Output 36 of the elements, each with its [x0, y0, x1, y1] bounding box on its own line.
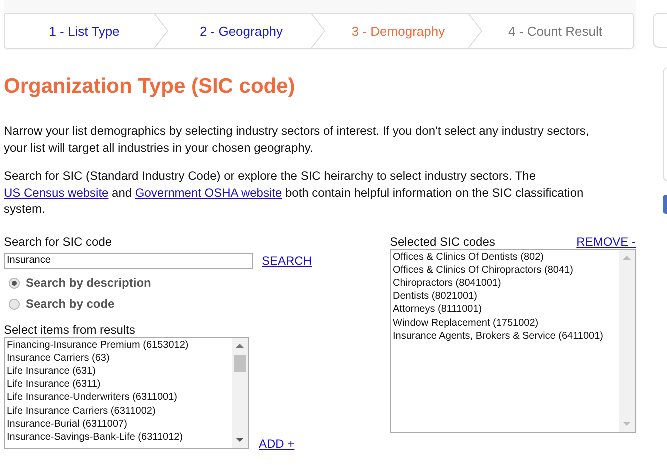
search-link[interactable]: SEARCH: [262, 254, 312, 268]
field-label: Select items from results: [4, 322, 136, 336]
list-option[interactable]: Insurance Agents, Brokers & Service (6411001): [393, 330, 617, 343]
list-option[interactable]: Insurance Carriers (63): [7, 352, 230, 365]
list-option[interactable]: Chiropractors (8041001): [393, 276, 617, 290]
search-field[interactable]: Insurance: [4, 252, 253, 268]
list-option[interactable]: Financing-Insurance Premium (6153012): [7, 338, 230, 352]
field-label: Selected SIC codes: [390, 234, 496, 248]
list-option[interactable]: Life Insurance (631): [7, 364, 230, 378]
remove-link[interactable]: REMOVE -: [576, 234, 636, 248]
add-link[interactable]: ADD +: [259, 436, 295, 450]
scrollbar[interactable]: [232, 338, 248, 448]
link[interactable]: Government OSHA website: [135, 186, 282, 200]
list-option[interactable]: Offices & Clinics Of Chiropractors (8041): [393, 264, 617, 277]
list-option[interactable]: Window Replacement (1751002): [393, 316, 617, 330]
radio-label[interactable]: Search by code: [26, 297, 115, 311]
list-option[interactable]: Insurance-Savings-Bank-Life (6311012): [7, 430, 230, 444]
step-tab[interactable]: 2 - Geography: [200, 24, 284, 38]
scroll-thumb[interactable]: [234, 354, 246, 372]
paragraph: Narrow your list demographics by selecting industry sectors of interest. If you don't select any industry sectors, your list will target all industries in your chosen geography.: [4, 123, 590, 156]
radio-button[interactable]: [9, 298, 20, 310]
scrollbar[interactable]: [619, 250, 635, 432]
list-option[interactable]: Insurance-Burial (6311007): [7, 418, 230, 431]
radio-button[interactable]: [9, 278, 20, 288]
list-option[interactable]: Life Insurance (6311): [7, 378, 230, 392]
step-tab[interactable]: 1 - List Type: [49, 24, 120, 38]
list-option[interactable]: Life Insurance Carriers (6311002): [7, 404, 230, 418]
radio-label[interactable]: Search by description: [26, 276, 152, 290]
link[interactable]: US Census website: [4, 186, 109, 200]
list-option[interactable]: Offices & Clinics Of Dentists (802): [393, 250, 617, 264]
list-option[interactable]: Dentists (8021001): [393, 290, 617, 304]
page-heading: Organization Type (SIC code): [4, 75, 296, 99]
list-option[interactable]: Attorneys (8111001): [393, 303, 617, 317]
paragraph: Search for SIC (Standard Industry Code) or explore the SIC heirarchy to select industry sectors. The US Census website and Government OSHA website both contain helpful information on the SIC classification system.: [4, 168, 585, 218]
field-label: Search for SIC code: [4, 234, 114, 248]
list-option[interactable]: Life Insurance-Underwriters (6311001): [7, 391, 230, 405]
